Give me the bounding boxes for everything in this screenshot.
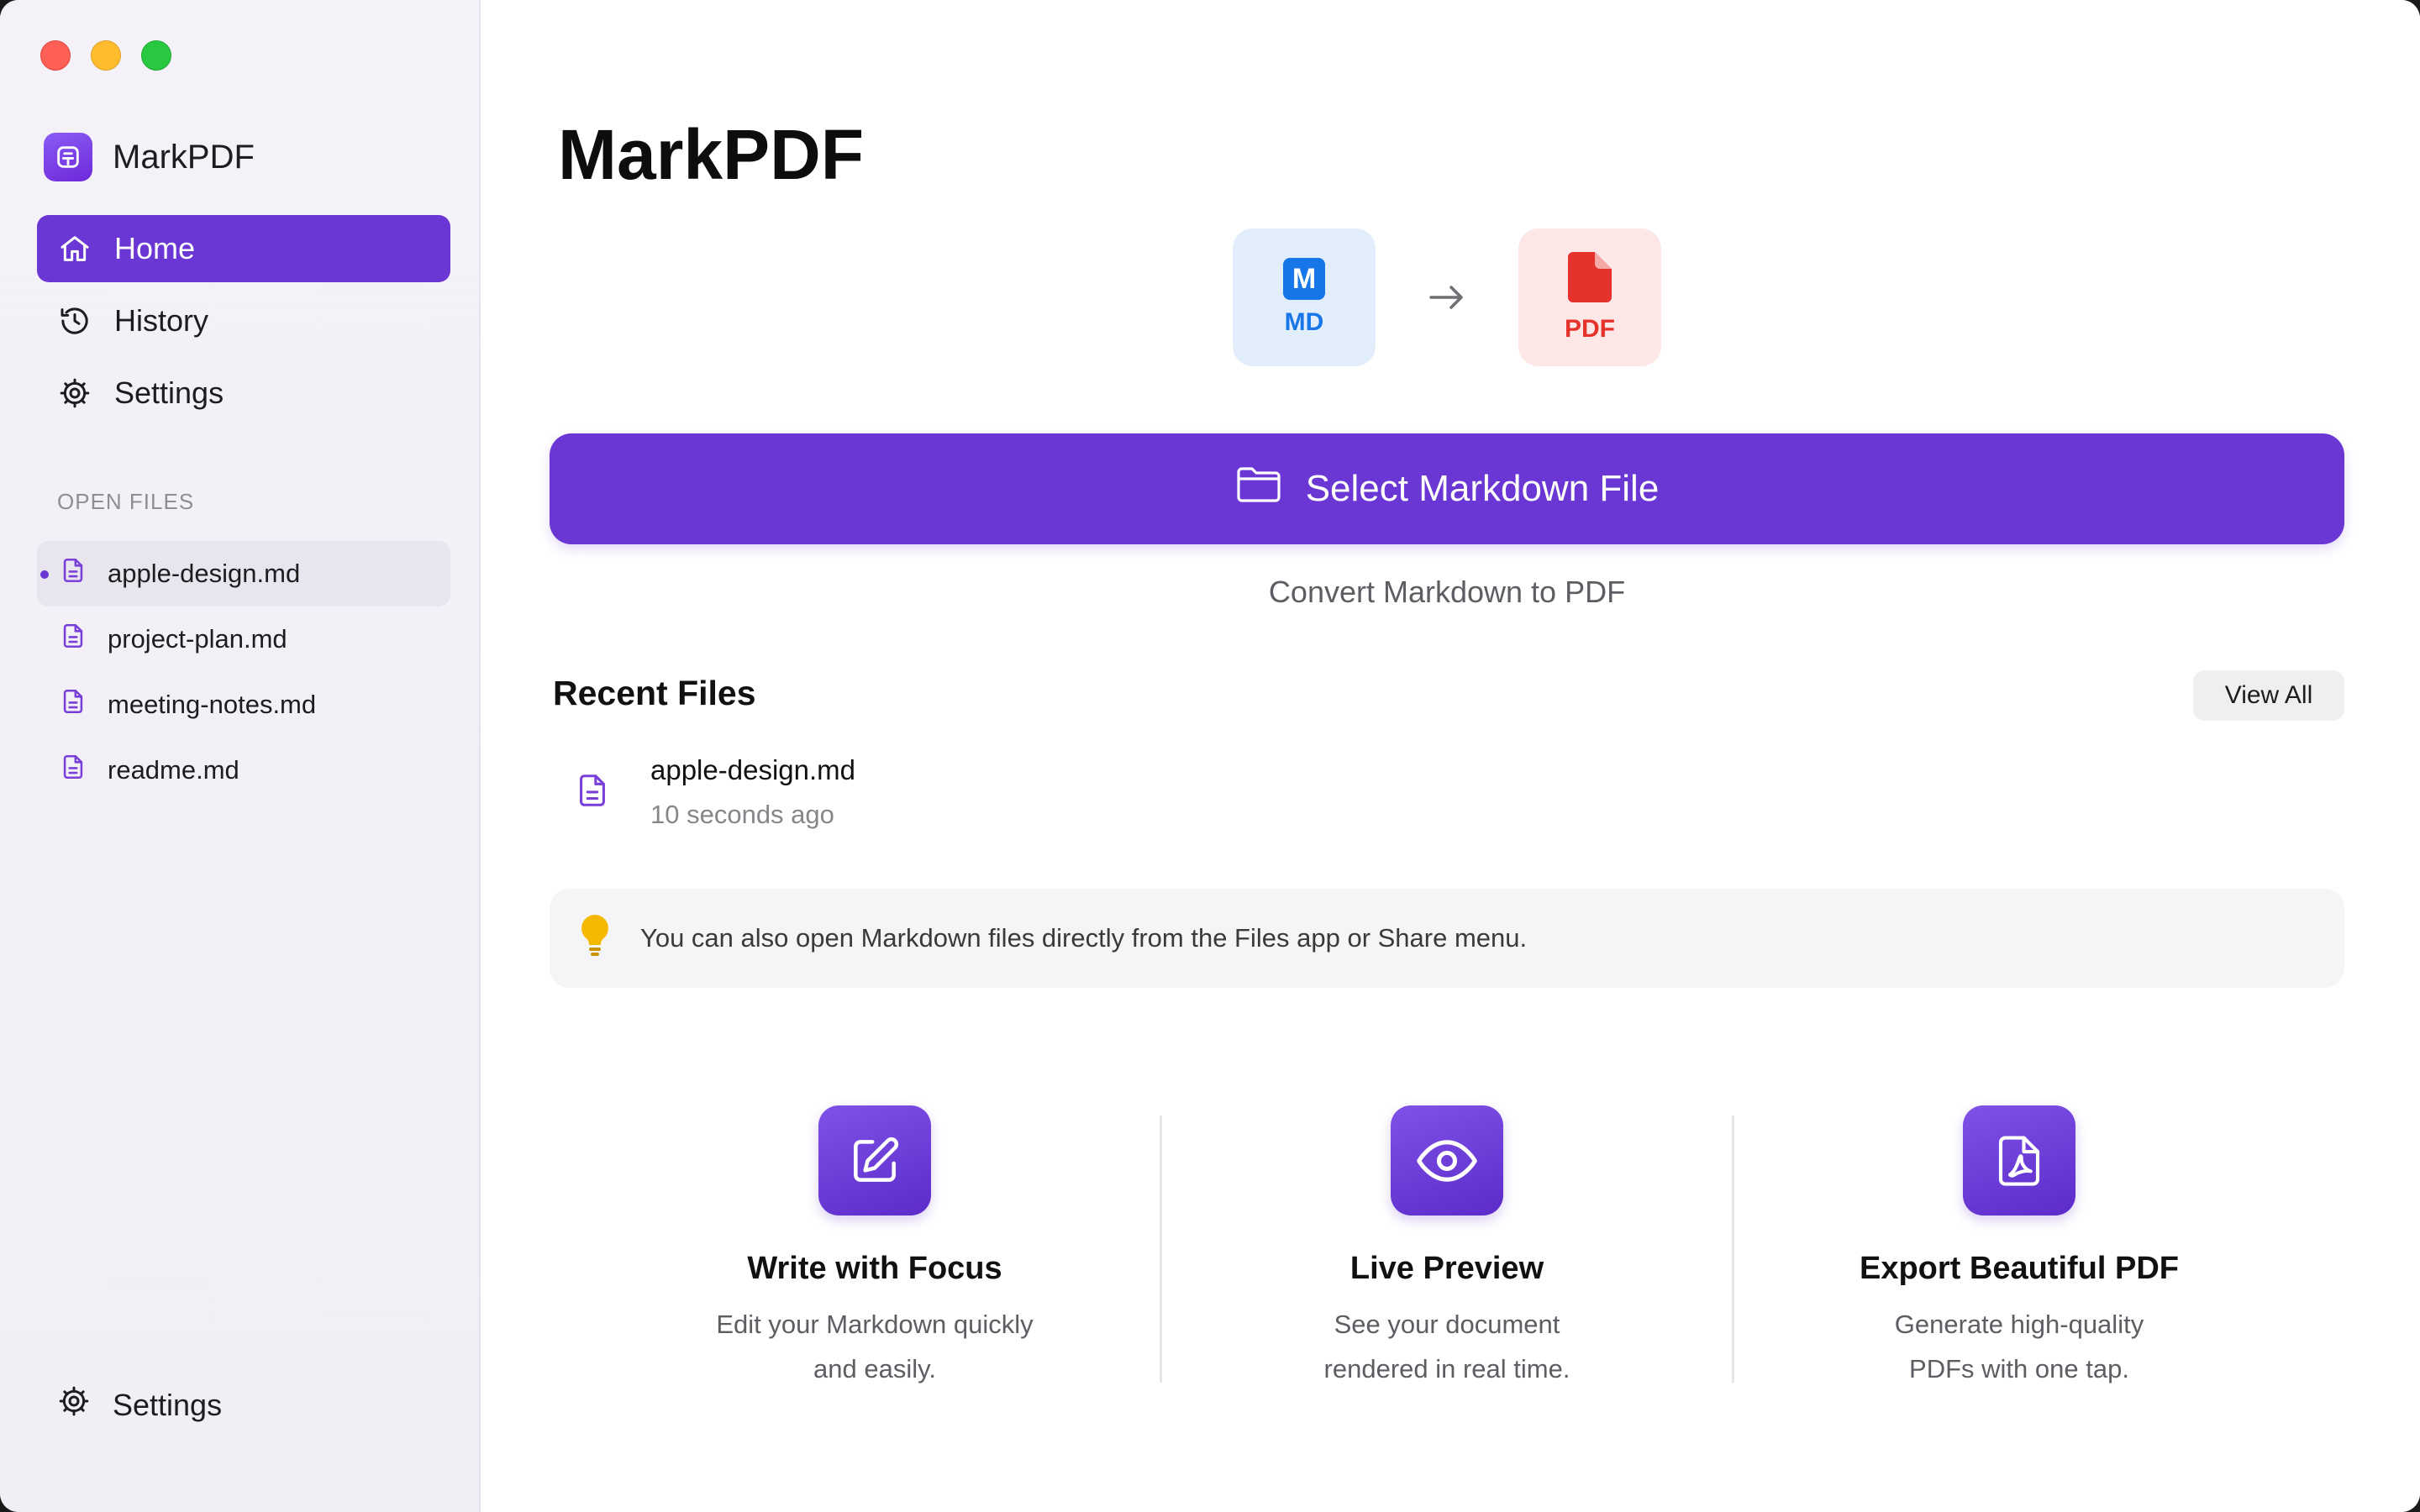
recent-files-heading: Recent Files bbox=[553, 674, 756, 712]
main-content: MarkPDF M MD PDF Select Markdown File Co… bbox=[481, 0, 2420, 1512]
open-files-list: apple-design.md project-plan.md meeting-… bbox=[37, 541, 450, 803]
recent-file-text: apple-design.md 10 seconds ago bbox=[650, 754, 855, 830]
format-label-md: MD bbox=[1284, 308, 1324, 336]
file-name: readme.md bbox=[108, 755, 239, 785]
arrow-right-icon bbox=[1376, 281, 1518, 314]
pdf-icon bbox=[1963, 1105, 2075, 1215]
convert-subtitle: Convert Markdown to PDF bbox=[1268, 575, 1626, 609]
open-file-item[interactable]: meeting-notes.md bbox=[37, 672, 450, 738]
app-window: MarkPDF Home History Settings OPEN FILES… bbox=[0, 0, 2420, 1512]
file-name: project-plan.md bbox=[108, 624, 287, 654]
feature-export: Export Beautiful PDF Generate high-quali… bbox=[1734, 1105, 2304, 1391]
pdf-file-icon bbox=[1568, 251, 1612, 307]
tip-banner: You can also open Markdown files directl… bbox=[550, 889, 2344, 988]
app-name: MarkPDF bbox=[113, 138, 255, 176]
settings-label: Settings bbox=[113, 1387, 223, 1422]
brand: MarkPDF bbox=[44, 133, 255, 181]
view-all-button[interactable]: View All bbox=[2193, 670, 2344, 721]
document-icon bbox=[59, 753, 87, 788]
sidebar-item-settings[interactable]: Settings bbox=[37, 360, 450, 427]
open-file-item[interactable]: readme.md bbox=[37, 738, 450, 803]
format-label-pdf: PDF bbox=[1565, 314, 1615, 343]
feature-title: Live Preview bbox=[1349, 1251, 1544, 1286]
page-title: MarkPDF bbox=[558, 115, 865, 194]
sidebar-item-history[interactable]: History bbox=[37, 287, 450, 354]
document-icon bbox=[59, 556, 87, 591]
feature-write: Write with Focus Edit your Markdown quic… bbox=[590, 1105, 1160, 1391]
home-icon bbox=[57, 231, 92, 266]
recent-file-name: apple-design.md bbox=[650, 754, 855, 785]
open-file-item[interactable]: project-plan.md bbox=[37, 606, 450, 672]
tip-text: You can also open Markdown files directl… bbox=[640, 923, 1528, 953]
feature-preview: Live Preview See your document rendered … bbox=[1162, 1105, 1732, 1391]
document-icon bbox=[59, 622, 87, 657]
gear-icon bbox=[57, 1384, 91, 1425]
sidebar-item-label: Home bbox=[114, 231, 196, 265]
sidebar: MarkPDF Home History Settings OPEN FILES… bbox=[0, 0, 481, 1512]
pdf-format-card: PDF bbox=[1518, 228, 1661, 366]
select-button-label: Select Markdown File bbox=[1305, 468, 1660, 509]
app-logo-icon bbox=[44, 133, 92, 181]
document-icon bbox=[573, 771, 612, 814]
select-markdown-file-button[interactable]: Select Markdown File bbox=[550, 433, 2344, 544]
markdown-format-card: M MD bbox=[1233, 228, 1376, 366]
eye-icon bbox=[1391, 1105, 1503, 1215]
feature-description: Generate high-quality PDFs with one tap. bbox=[1894, 1310, 2144, 1383]
lightbulb-icon bbox=[578, 913, 612, 963]
folder-icon bbox=[1235, 465, 1282, 513]
zoom-window-button[interactable] bbox=[141, 40, 171, 71]
file-name: apple-design.md bbox=[108, 559, 301, 588]
document-icon bbox=[59, 687, 87, 722]
open-files-heading: OPEN FILES bbox=[57, 489, 195, 514]
conversion-graphic: M MD PDF bbox=[1233, 228, 1661, 366]
active-file-indicator bbox=[40, 570, 49, 579]
feature-description: See your document rendered in real time. bbox=[1323, 1310, 1570, 1383]
minimize-window-button[interactable] bbox=[91, 40, 121, 71]
close-window-button[interactable] bbox=[40, 40, 71, 71]
open-file-item[interactable]: apple-design.md bbox=[37, 541, 450, 606]
window-controls bbox=[40, 40, 171, 71]
sidebar-item-home[interactable]: Home bbox=[37, 215, 450, 282]
feature-description: Edit your Markdown quickly and easily. bbox=[716, 1310, 1034, 1383]
sidebar-item-label: Settings bbox=[114, 375, 224, 410]
feature-title: Export Beautiful PDF bbox=[1859, 1251, 2180, 1286]
recent-file-item[interactable]: apple-design.md 10 seconds ago bbox=[573, 754, 855, 830]
markdown-icon: M bbox=[1283, 258, 1325, 300]
sidebar-bottom-settings[interactable]: Settings bbox=[57, 1384, 222, 1425]
sidebar-nav: Home History Settings bbox=[37, 215, 450, 432]
features-section: Write with Focus Edit your Markdown quic… bbox=[590, 1105, 2304, 1391]
file-name: meeting-notes.md bbox=[108, 690, 317, 719]
sidebar-item-label: History bbox=[114, 303, 209, 338]
feature-title: Write with Focus bbox=[747, 1251, 1002, 1286]
recent-file-time: 10 seconds ago bbox=[650, 800, 834, 829]
gear-icon bbox=[57, 375, 92, 411]
edit-icon bbox=[818, 1105, 931, 1215]
history-icon bbox=[57, 303, 92, 339]
